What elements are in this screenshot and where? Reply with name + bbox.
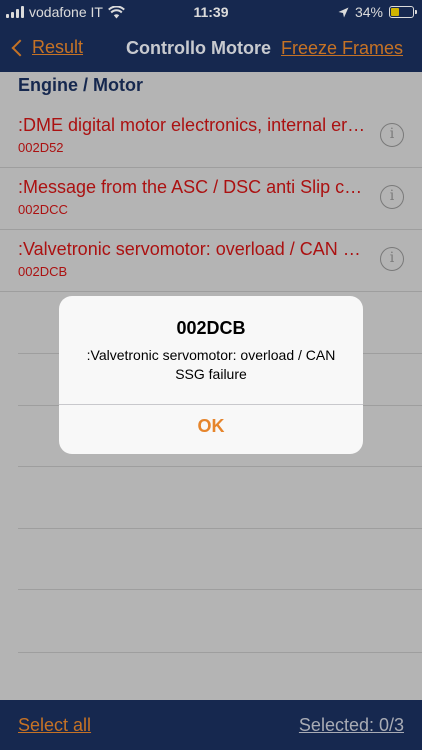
ok-button[interactable]: OK xyxy=(59,405,363,454)
alert-dialog: 002DCB :Valvetronic servomotor: overload… xyxy=(59,296,363,454)
alert-message: :Valvetronic servomotor: overload / CAN … xyxy=(86,347,336,382)
alert-title: 002DCB xyxy=(176,318,246,338)
